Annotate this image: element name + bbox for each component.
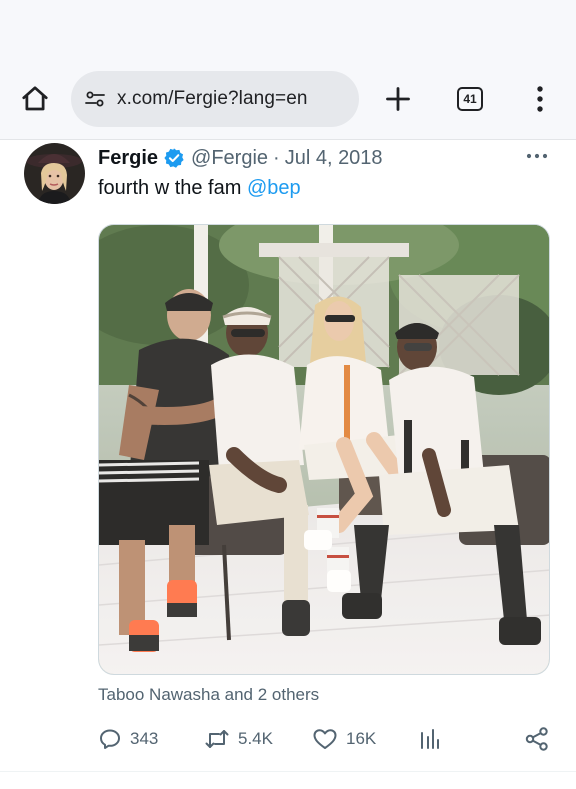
share-icon [525, 727, 548, 751]
home-icon [22, 86, 48, 111]
url-text[interactable]: x.com/Fergie?lang=en [117, 88, 308, 110]
like-button[interactable]: 16K [312, 724, 376, 754]
mention-link[interactable]: @bep [247, 177, 301, 199]
share-button[interactable] [524, 724, 550, 754]
avatar[interactable] [24, 143, 85, 204]
tab-count: 41 [463, 92, 477, 106]
new-tab-button[interactable] [381, 82, 415, 116]
analytics-icon [421, 729, 439, 749]
reply-icon [100, 729, 120, 749]
views-button[interactable] [418, 724, 442, 754]
tagged-people[interactable]: Taboo Nawasha and 2 others [98, 685, 319, 705]
display-name[interactable]: Fergie [98, 147, 158, 170]
tweet-actions: 343 5.4K 16K [98, 724, 550, 754]
repost-button[interactable]: 5.4K [204, 724, 273, 754]
browser-toolbar: x.com/Fergie?lang=en 41 [0, 0, 576, 140]
heart-icon [313, 729, 337, 749]
tweet-date[interactable]: Jul 4, 2018 [285, 147, 383, 170]
home-button[interactable] [18, 82, 52, 116]
like-count: 16K [346, 729, 377, 748]
repost-icon [205, 730, 229, 748]
more-vertical-icon [537, 86, 543, 112]
verified-badge-icon[interactable] [163, 147, 185, 169]
tweet-body: fourth w the fam [98, 177, 247, 199]
plus-icon [386, 87, 410, 111]
tab-switcher-button[interactable]: 41 [457, 87, 483, 111]
tweet-text: fourth w the fam @bep [98, 177, 301, 200]
address-bar[interactable]: x.com/Fergie?lang=en [71, 71, 359, 127]
separator-dot: · [273, 146, 280, 169]
tweet-photo[interactable] [98, 224, 550, 675]
reply-count: 343 [130, 729, 159, 748]
group-photo-image [99, 225, 549, 674]
tweet[interactable]: Fergie @Fergie · Jul 4, 2018 fourth w th… [0, 140, 576, 789]
more-options-button[interactable] [524, 146, 550, 166]
tweet-divider [0, 771, 576, 772]
reply-button[interactable]: 343 [98, 724, 158, 754]
site-settings-icon[interactable] [83, 87, 107, 111]
user-handle[interactable]: @Fergie [191, 147, 268, 170]
more-horizontal-icon [526, 153, 548, 159]
browser-menu-button[interactable] [528, 82, 552, 116]
tweet-header: Fergie @Fergie · Jul 4, 2018 [98, 144, 383, 172]
repost-count: 5.4K [238, 729, 273, 748]
